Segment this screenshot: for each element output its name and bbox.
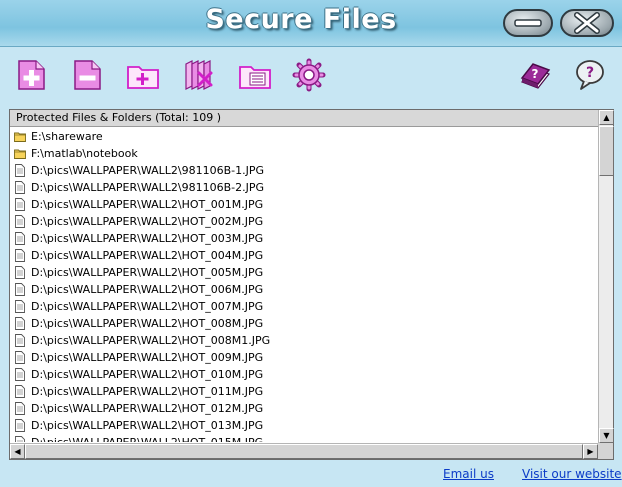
remove-multiple-icon (185, 60, 213, 90)
item-path: D:\pics\WALLPAPER\WALL2\HOT_003M.JPG (31, 232, 264, 245)
folder-row[interactable]: F:\matlab\notebook (10, 145, 598, 162)
folder-list-icon (239, 66, 271, 89)
scroll-up-button[interactable]: ▲ (599, 110, 614, 125)
item-path: D:\pics\WALLPAPER\WALL2\HOT_011M.JPG (31, 385, 264, 398)
file-row[interactable]: D:\pics\WALLPAPER\WALL2\HOT_011M.JPG (10, 383, 598, 400)
file-row[interactable]: D:\pics\WALLPAPER\WALL2\HOT_007M.JPG (10, 298, 598, 315)
gear-icon (292, 58, 326, 92)
horizontal-scroll-thumb[interactable] (25, 444, 583, 459)
close-icon (574, 12, 600, 34)
help-button[interactable]: ? (572, 58, 606, 92)
item-path: D:\pics\WALLPAPER\WALL2\HOT_007M.JPG (31, 300, 264, 313)
file-row[interactable]: D:\pics\WALLPAPER\WALL2\HOT_008M1.JPG (10, 332, 598, 349)
remove-file-icon (74, 60, 101, 90)
file-row[interactable]: D:\pics\WALLPAPER\WALL2\HOT_008M.JPG (10, 315, 598, 332)
item-path: D:\pics\WALLPAPER\WALL2\HOT_008M.JPG (31, 317, 264, 330)
file-row[interactable]: D:\pics\WALLPAPER\WALL2\HOT_005M.JPG (10, 264, 598, 281)
file-row[interactable]: D:\pics\WALLPAPER\WALL2\HOT_003M.JPG (10, 230, 598, 247)
file-row[interactable]: D:\pics\WALLPAPER\WALL2\HOT_013M.JPG (10, 417, 598, 434)
file-row[interactable]: D:\pics\WALLPAPER\WALL2\HOT_012M.JPG (10, 400, 598, 417)
file-row[interactable]: D:\pics\WALLPAPER\WALL2\HOT_004M.JPG (10, 247, 598, 264)
item-path: D:\pics\WALLPAPER\WALL2\HOT_004M.JPG (31, 249, 264, 262)
website-link[interactable]: Visit our website (522, 467, 622, 481)
add-file-button[interactable] (14, 58, 48, 92)
file-row[interactable]: D:\pics\WALLPAPER\WALL2\HOT_001M.JPG (10, 196, 598, 213)
toolbar: ? ? (0, 47, 622, 105)
file-row[interactable]: D:\pics\WALLPAPER\WALL2\HOT_006M.JPG (10, 281, 598, 298)
list-body[interactable]: E:\shareware F:\matlab\notebook D:\pics\WA… (10, 128, 598, 442)
file-row[interactable]: D:\pics\WALLPAPER\WALL2\HOT_015M.JPG (10, 434, 598, 442)
minimize-icon (514, 19, 542, 27)
scroll-down-button[interactable]: ▼ (599, 428, 614, 443)
svg-text:?: ? (586, 65, 594, 81)
item-path: D:\pics\WALLPAPER\WALL2\HOT_009M.JPG (31, 351, 264, 364)
horizontal-scrollbar[interactable]: ◀ ▶ (10, 443, 598, 459)
item-path: D:\pics\WALLPAPER\WALL2\981106B-2.JPG (31, 181, 265, 194)
list-header: Protected Files & Folders (Total: 109 ) (10, 110, 598, 127)
svg-text:?: ? (532, 67, 539, 81)
add-folder-icon (127, 66, 159, 89)
folder-list-button[interactable] (238, 58, 272, 92)
title-bar[interactable]: Secure Files (0, 0, 622, 47)
item-path: D:\pics\WALLPAPER\WALL2\HOT_015M.JPG (31, 436, 263, 442)
file-row[interactable]: D:\pics\WALLPAPER\WALL2\981106B-1.JPG (10, 162, 598, 179)
settings-button[interactable] (292, 58, 326, 92)
file-row[interactable]: D:\pics\WALLPAPER\WALL2\HOT_009M.JPG (10, 349, 598, 366)
folder-row[interactable]: E:\shareware (10, 128, 598, 145)
scroll-left-button[interactable]: ◀ (10, 444, 25, 459)
book-question-icon: ? (520, 63, 551, 89)
file-row[interactable]: D:\pics\WALLPAPER\WALL2\981106B-2.JPG (10, 179, 598, 196)
add-file-icon (18, 60, 45, 90)
protected-files-list[interactable]: Protected Files & Folders (Total: 109 ) … (9, 109, 614, 460)
close-button[interactable] (560, 9, 614, 37)
email-link[interactable]: Email us (443, 467, 494, 481)
item-path: D:\pics\WALLPAPER\WALL2\HOT_013M.JPG (31, 419, 264, 432)
help-bubble-icon: ? (576, 60, 604, 90)
item-path: D:\pics\WALLPAPER\WALL2\HOT_006M.JPG (31, 283, 264, 296)
add-folder-button[interactable] (126, 58, 160, 92)
remove-file-button[interactable] (70, 58, 104, 92)
vertical-scroll-thumb[interactable] (599, 126, 614, 176)
item-path: D:\pics\WALLPAPER\WALL2\HOT_001M.JPG (31, 198, 264, 211)
scrollbar-corner (598, 443, 613, 459)
file-row[interactable]: D:\pics\WALLPAPER\WALL2\HOT_002M.JPG (10, 213, 598, 230)
item-path: D:\pics\WALLPAPER\WALL2\HOT_005M.JPG (31, 266, 264, 279)
item-path: D:\pics\WALLPAPER\WALL2\HOT_002M.JPG (31, 215, 264, 228)
remove-multiple-button[interactable] (182, 58, 216, 92)
item-path: E:\shareware (31, 130, 103, 143)
item-path: D:\pics\WALLPAPER\WALL2\HOT_012M.JPG (31, 402, 264, 415)
manual-button[interactable]: ? (518, 58, 552, 92)
vertical-scrollbar[interactable]: ▲ ▼ (598, 110, 614, 443)
item-path: D:\pics\WALLPAPER\WALL2\981106B-1.JPG (31, 164, 265, 177)
item-path: D:\pics\WALLPAPER\WALL2\HOT_008M1.JPG (31, 334, 271, 347)
scroll-right-button[interactable]: ▶ (583, 444, 598, 459)
item-path: D:\pics\WALLPAPER\WALL2\HOT_010M.JPG (31, 368, 264, 381)
minimize-button[interactable] (503, 9, 553, 37)
file-row[interactable]: D:\pics\WALLPAPER\WALL2\HOT_010M.JPG (10, 366, 598, 383)
item-path: F:\matlab\notebook (31, 147, 138, 160)
